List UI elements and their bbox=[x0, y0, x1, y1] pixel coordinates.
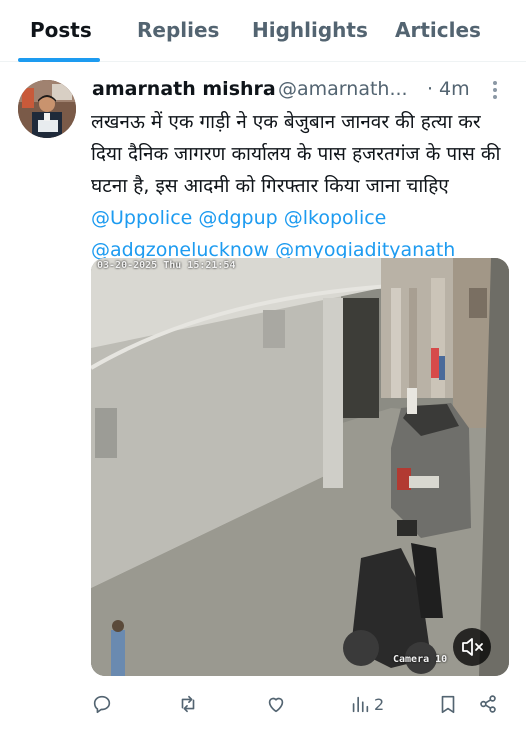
heart-icon bbox=[268, 697, 284, 713]
tab-posts[interactable]: Posts bbox=[30, 18, 92, 42]
active-tab-indicator bbox=[18, 58, 100, 62]
mention-lkopolice[interactable]: @lkopolice bbox=[284, 207, 387, 229]
tweet-video[interactable]: 03-20-2025 Thu 15:21:54 Camera 10 bbox=[91, 258, 509, 676]
tab-articles[interactable]: Articles bbox=[395, 18, 481, 42]
profile-tabs: Posts Replies Highlights Articles bbox=[0, 0, 526, 62]
tab-replies[interactable]: Replies bbox=[137, 18, 219, 42]
share-icon bbox=[480, 695, 496, 713]
camera-label: Camera 10 bbox=[393, 654, 448, 665]
tweet-header: amarnath mishra @amarnath... · 4m bbox=[92, 78, 512, 104]
cctv-timestamp: 03-20-2025 Thu 15:21:54 bbox=[97, 260, 236, 271]
tab-highlights[interactable]: Highlights bbox=[252, 18, 368, 42]
mute-icon[interactable] bbox=[453, 628, 491, 666]
bookmark-button[interactable] bbox=[437, 688, 459, 720]
views-count: 2 bbox=[374, 694, 385, 714]
share-button[interactable] bbox=[477, 688, 499, 720]
retweet-icon bbox=[181, 695, 195, 713]
reply-icon bbox=[93, 695, 111, 714]
views-icon bbox=[352, 696, 369, 713]
bookmark-icon bbox=[441, 695, 455, 714]
tweet-time[interactable]: 4m bbox=[439, 78, 470, 100]
reply-button[interactable] bbox=[91, 688, 113, 720]
cctv-frame bbox=[91, 258, 509, 676]
tweet-actions: 2 bbox=[91, 688, 511, 720]
avatar-image bbox=[18, 80, 76, 138]
like-button[interactable] bbox=[265, 688, 287, 720]
user-handle[interactable]: @amarnath... bbox=[278, 78, 408, 100]
mention-uppolice[interactable]: @Uppolice bbox=[91, 207, 192, 229]
retweet-button[interactable] bbox=[177, 688, 199, 720]
separator-dot: · bbox=[427, 78, 434, 100]
views-button[interactable]: 2 bbox=[349, 688, 384, 720]
tweet-text: लखनऊ में एक गाड़ी ने एक बेजुबान जानवर की… bbox=[91, 106, 516, 266]
avatar[interactable] bbox=[18, 80, 76, 138]
mention-dgpup[interactable]: @dgpup bbox=[198, 207, 277, 229]
more-dots-icon[interactable] bbox=[490, 80, 500, 100]
display-name[interactable]: amarnath mishra bbox=[92, 78, 276, 100]
tweet-text-content: लखनऊ में एक गाड़ी ने एक बेजुबान जानवर की… bbox=[91, 111, 501, 197]
